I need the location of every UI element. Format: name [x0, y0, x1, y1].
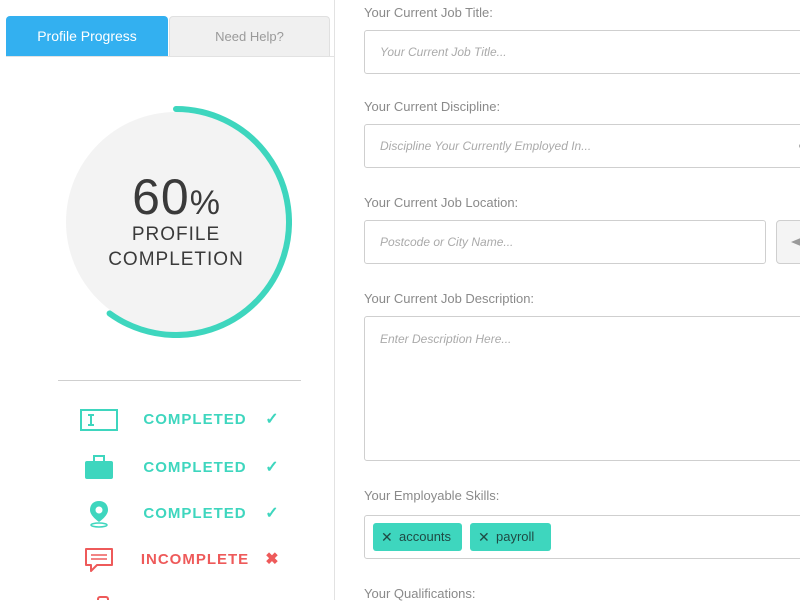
- tab-divider: [6, 56, 334, 57]
- description-textarea[interactable]: Enter Description Here...: [364, 316, 800, 461]
- status-row-location: COMPLETED ✓: [76, 499, 286, 529]
- discipline-select[interactable]: Discipline Your Currently Employed In...: [364, 124, 800, 168]
- skill-chip-label: accounts: [399, 529, 452, 544]
- section-divider: [58, 380, 301, 381]
- remove-chip-icon[interactable]: ✕: [478, 523, 490, 551]
- completion-number: 60: [132, 169, 190, 225]
- location-arrow-icon: [791, 238, 800, 246]
- skill-chip[interactable]: ✕ payroll: [470, 523, 551, 551]
- status-row-job-title: COMPLETED ✓: [76, 405, 286, 435]
- location-pin-icon: [76, 499, 122, 529]
- tab-need-help[interactable]: Need Help?: [169, 16, 330, 56]
- discipline-label: Your Current Discipline:: [364, 99, 501, 114]
- discipline-placeholder: Discipline Your Currently Employed In...: [380, 139, 592, 153]
- profile-progress-panel: Profile Progress Need Help? 60% PROFILE …: [0, 0, 335, 600]
- profile-completion-gauge: 60% PROFILE COMPLETION: [60, 106, 292, 338]
- location-input[interactable]: Postcode or City Name...: [364, 220, 766, 264]
- text-field-icon: [76, 405, 122, 435]
- completion-label-line1: PROFILE: [131, 224, 221, 245]
- check-icon: ✓: [265, 459, 279, 476]
- job-title-placeholder: Your Current Job Title...: [380, 45, 507, 59]
- qualifications-label: Your Qualifications:: [364, 586, 476, 601]
- description-label: Your Current Job Description:: [364, 291, 535, 306]
- locate-me-button[interactable]: [776, 220, 800, 264]
- status-row-description: INCOMPLETE ✖: [76, 545, 286, 575]
- skill-chip-label: payroll: [496, 529, 535, 544]
- job-title-input[interactable]: Your Current Job Title...: [364, 30, 800, 74]
- location-placeholder: Postcode or City Name...: [380, 235, 514, 249]
- completion-label: PROFILE COMPLETION: [60, 222, 292, 272]
- check-icon: ✓: [265, 411, 279, 428]
- completion-label-line2: COMPLETION: [108, 249, 244, 270]
- chat-bubble-icon: [76, 545, 122, 575]
- location-label: Your Current Job Location:: [364, 195, 519, 210]
- status-label: COMPLETED: [143, 459, 247, 476]
- status-label: INCOMPLETE: [140, 551, 250, 568]
- status-label: COMPLETED: [143, 411, 247, 428]
- briefcase-icon: [76, 453, 122, 483]
- completion-percent-symbol: %: [189, 184, 220, 222]
- completion-percentage: 60%: [60, 168, 292, 226]
- remove-chip-icon[interactable]: ✕: [381, 523, 393, 551]
- next-status-icon: [97, 596, 109, 600]
- skills-label: Your Employable Skills:: [364, 488, 500, 503]
- job-title-label: Your Current Job Title:: [364, 5, 493, 20]
- check-icon: ✓: [265, 505, 279, 522]
- status-row-discipline: COMPLETED ✓: [76, 453, 286, 483]
- status-label: COMPLETED: [143, 505, 247, 522]
- cross-icon: ✖: [265, 551, 279, 568]
- skill-chip[interactable]: ✕ accounts: [373, 523, 462, 551]
- description-placeholder: Enter Description Here...: [380, 332, 512, 346]
- tab-profile-progress[interactable]: Profile Progress: [6, 16, 168, 56]
